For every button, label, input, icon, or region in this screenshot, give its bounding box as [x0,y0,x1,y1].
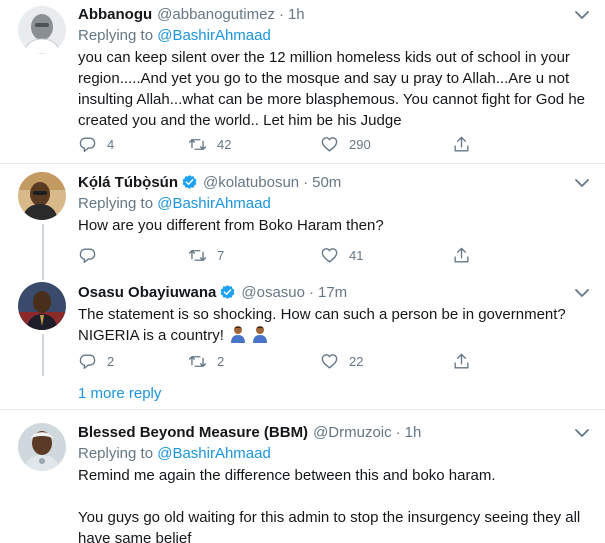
caret-down-icon[interactable] [573,284,591,302]
tweet-actions: 4 42 290 [78,133,478,155]
tweet-kolatubosun[interactable]: Kọ́lá Túbọ̀sún @kolatubosun · 50m Replyi… [0,164,605,274]
tweet-drmuzoic[interactable]: Blessed Beyond Measure (BBM) @Drmuzoic ·… [0,410,605,543]
display-name[interactable]: Abbanogu [78,6,152,23]
reply-count: 4 [107,136,115,152]
like-button[interactable]: 290 [320,133,371,155]
avatar[interactable] [18,172,66,220]
mention-link[interactable]: @BashirAhmaad [157,27,271,44]
tweet-actions: 2 2 22 [78,350,478,372]
reply-feed: Abbanogu @abbanogutimez · 1h Replying to… [0,0,605,543]
display-name[interactable]: Osasu Obayiuwana [78,284,216,301]
caret-down-icon[interactable] [573,424,591,442]
reply-button[interactable] [78,244,107,266]
reply-icon [79,136,96,152]
like-button[interactable]: 41 [320,244,363,266]
timestamp[interactable]: 50m [312,174,341,191]
retweet-icon [188,138,207,150]
tweet-header: Osasu Obayiuwana @osasuo · 17m [78,281,593,303]
like-count: 22 [349,353,364,369]
display-name[interactable]: Kọ́lá Túbọ̀sún [78,174,178,191]
verified-badge-icon [220,284,235,299]
tweet-text-line: The statement is so shocking. How can su… [78,306,566,323]
separator-dot: · [309,283,314,301]
replying-to: Replying to @BashirAhmaad [78,26,593,46]
tweet-text-line: NIGERIA is a country! [78,327,224,344]
username[interactable]: @osasuo [241,284,305,301]
reply-icon [79,353,96,369]
share-button[interactable] [452,350,471,372]
tweet-text-line-with-emoji: NIGERIA is a country! [78,325,593,346]
tweet-text: Remind me again the difference between t… [78,465,593,543]
separator-dot: · [395,423,401,441]
replying-to-label: Replying to [78,195,154,212]
tweet-paragraph: You guys go old waiting for this admin t… [78,509,581,543]
timestamp[interactable]: 17m [318,284,347,301]
replying-to-label: Replying to [78,27,154,44]
username[interactable]: @Drmuzoic [313,424,392,441]
caret-down-icon[interactable] [573,174,591,192]
tweet-osasuo[interactable]: Osasu Obayiuwana @osasuo · 17m The state… [0,274,605,376]
avatar[interactable] [18,282,66,330]
like-button[interactable]: 22 [320,350,363,372]
retweet-count: 42 [217,136,232,152]
tweet-content: Osasu Obayiuwana @osasuo · 17m The state… [78,281,593,346]
mention-link[interactable]: @BashirAhmaad [157,445,271,462]
retweet-count: 7 [217,247,225,263]
thread-connector [42,224,44,280]
display-name[interactable]: Blessed Beyond Measure (BBM) [78,424,308,441]
retweet-icon [188,249,207,261]
tweet-abbanogu[interactable]: Abbanogu @abbanogutimez · 1h Replying to… [0,0,605,163]
tweet-text: The statement is so shocking. How can su… [78,304,593,346]
retweet-icon [188,355,207,367]
tweet-actions: 7 41 [78,244,478,266]
man-emoji-icon [231,326,246,343]
reply-icon [79,247,96,263]
reply-button[interactable]: 2 [78,350,114,372]
separator-dot: · [278,5,284,23]
replying-to: Replying to @BashirAhmaad [78,194,593,214]
share-icon [454,353,469,369]
more-replies-row: 1 more reply [0,376,605,409]
reply-count: 2 [107,353,115,369]
retweet-button[interactable]: 2 [188,350,224,372]
tweet-content: Blessed Beyond Measure (BBM) @Drmuzoic ·… [78,421,593,543]
tweet-header: Blessed Beyond Measure (BBM) @Drmuzoic ·… [78,421,593,443]
man-emoji-icon [253,326,268,343]
tweet-header: Abbanogu @abbanogutimez · 1h [78,3,593,25]
replying-to-label: Replying to [78,445,154,462]
avatar[interactable] [18,6,66,54]
retweet-count: 2 [217,353,225,369]
tweet-content: Abbanogu @abbanogutimez · 1h Replying to… [78,3,593,131]
verified-badge-icon [182,174,197,189]
tweet-text: you can keep silent over the 12 million … [78,49,585,129]
retweet-button[interactable]: 42 [188,133,231,155]
replying-to: Replying to @BashirAhmaad [78,444,593,464]
like-icon [321,353,338,369]
caret-down-icon[interactable] [573,6,591,24]
separator-dot: · [303,173,309,191]
reply-button[interactable]: 4 [78,133,114,155]
username[interactable]: @kolatubosun [203,174,299,191]
like-count: 41 [349,247,364,263]
avatar[interactable] [18,423,66,471]
tweet-content: Kọ́lá Túbọ̀sún @kolatubosun · 50m Replyi… [78,171,593,236]
like-count: 290 [349,136,371,152]
tweet-header: Kọ́lá Túbọ̀sún @kolatubosun · 50m [78,171,593,193]
thread-connector [42,334,44,376]
like-icon [321,136,338,152]
mention-link[interactable]: @BashirAhmaad [157,195,271,212]
share-icon [454,247,469,263]
timestamp[interactable]: 1h [288,6,305,23]
share-button[interactable] [452,133,471,155]
username[interactable]: @abbanogutimez [157,6,275,23]
timestamp[interactable]: 1h [405,424,422,441]
tweet-text: How are you different from Boko Haram th… [78,217,384,234]
share-button[interactable] [452,244,471,266]
like-icon [321,247,338,263]
share-icon [454,136,469,152]
more-replies-link[interactable]: 1 more reply [78,385,161,402]
tweet-paragraph: Remind me again the difference between t… [78,467,496,484]
retweet-button[interactable]: 7 [188,244,224,266]
